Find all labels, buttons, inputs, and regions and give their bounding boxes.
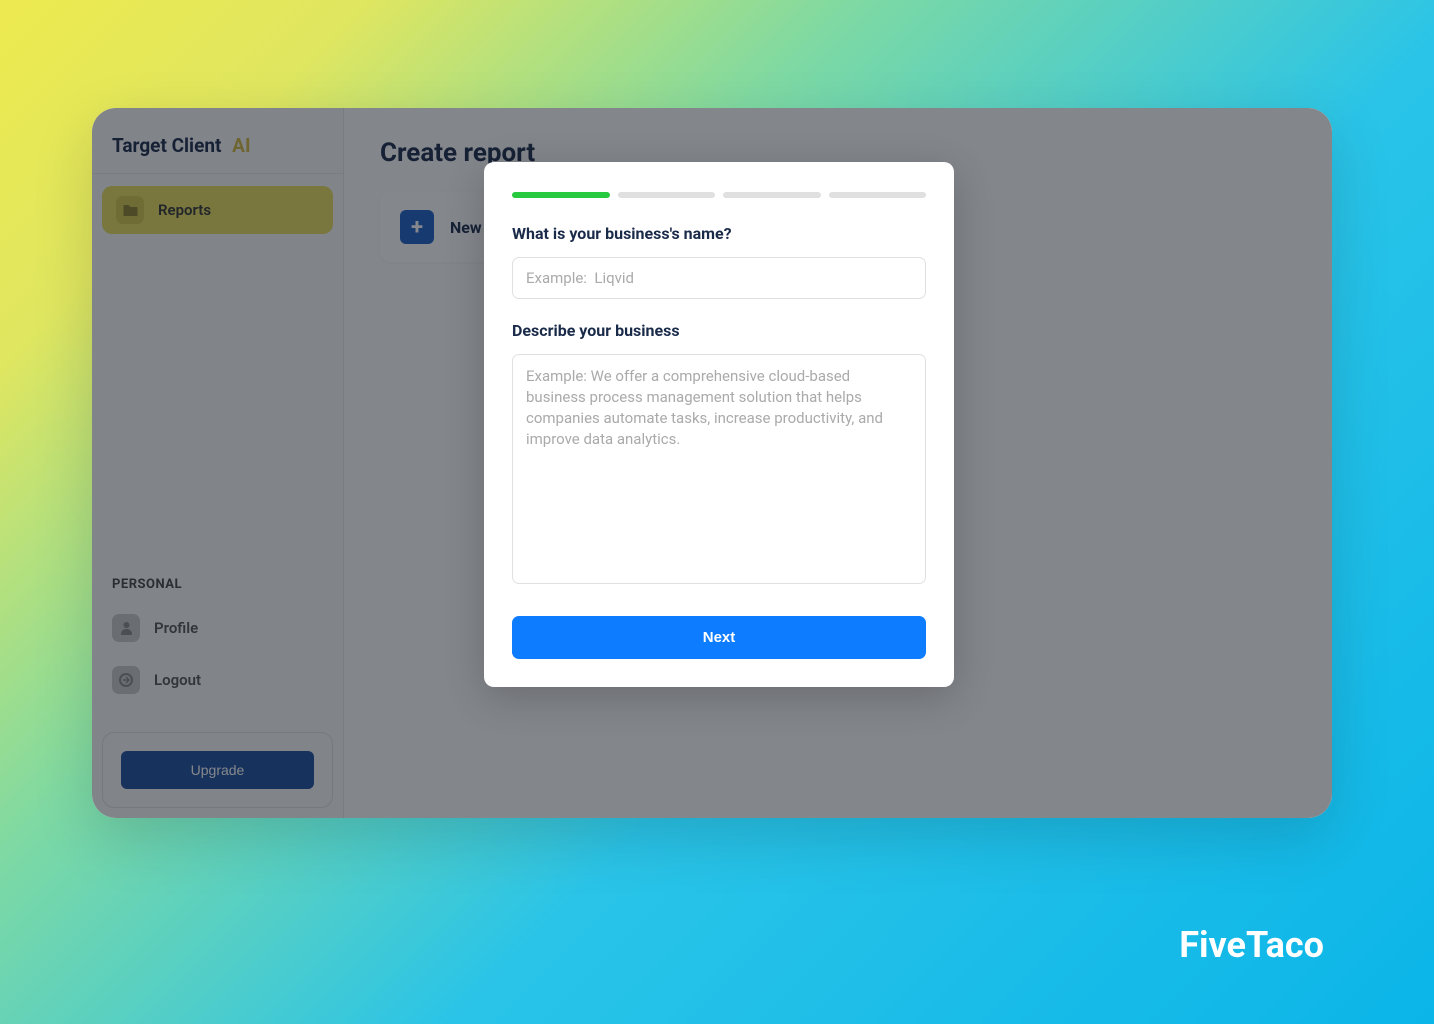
watermark: FiveTaco (1179, 924, 1324, 966)
business-description-textarea[interactable] (512, 354, 926, 584)
progress-step-2 (618, 192, 716, 198)
business-name-input[interactable] (512, 257, 926, 299)
progress-step-1 (512, 192, 610, 198)
business-name-label: What is your business's name? (512, 224, 926, 243)
progress-bar (512, 192, 926, 198)
next-button[interactable]: Next (512, 616, 926, 659)
progress-step-4 (829, 192, 927, 198)
progress-step-3 (723, 192, 821, 198)
create-report-modal: What is your business's name? Describe y… (484, 162, 954, 687)
business-description-label: Describe your business (512, 321, 926, 340)
